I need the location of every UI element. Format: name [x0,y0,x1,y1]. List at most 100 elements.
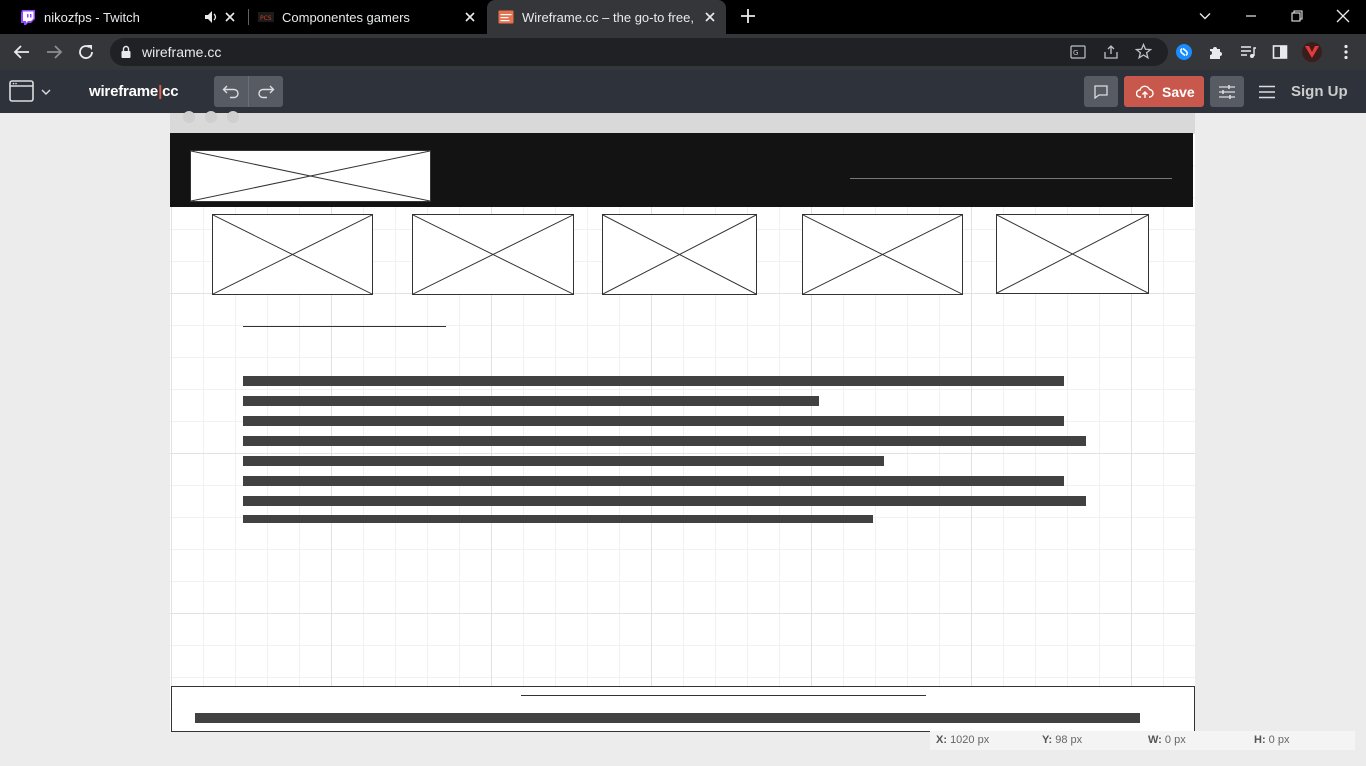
back-button[interactable] [8,38,36,66]
redo-button[interactable] [249,76,283,107]
close-tab-icon[interactable] [222,9,238,25]
h-value: 0 px [1268,734,1290,746]
close-window-button[interactable] [1320,0,1366,32]
tab-wireframe[interactable]: Wireframe.cc – the go-to free, on [487,0,726,34]
tab-twitch[interactable]: nikozfps - Twitch [20,0,244,34]
undo-button[interactable] [214,76,248,107]
save-label: Save [1162,83,1195,100]
text-line-placeholder[interactable] [243,416,1064,426]
translate-icon[interactable]: G [1070,44,1086,60]
arrow-left-icon [13,45,29,59]
frame-dot [183,111,195,123]
settings-button[interactable] [1210,76,1244,107]
arrow-right-icon [47,45,63,59]
side-panel-button[interactable] [1266,38,1294,66]
footer-text-placeholder[interactable] [195,713,1140,723]
text-line-placeholder[interactable] [243,396,819,406]
text-line-placeholder[interactable] [243,376,1064,386]
pcs-icon: PCS [258,12,274,22]
heading-line-placeholder[interactable] [243,326,446,327]
tab-title: Wireframe.cc – the go-to free, on [522,9,698,25]
avatar-icon [1302,42,1322,62]
reload-button[interactable] [72,38,100,66]
footer-box[interactable] [171,686,1195,732]
browser-menu-button[interactable] [1332,38,1360,66]
minimize-button[interactable] [1228,0,1274,32]
height-readout: H: 0 px [1254,734,1289,746]
image-placeholder-icon [413,215,573,294]
text-line-placeholder[interactable] [243,515,873,523]
restore-button[interactable] [1274,0,1320,32]
history-controls [214,76,283,107]
text-line-placeholder[interactable] [243,456,884,466]
frame-dot [205,111,217,123]
h-label: H: [1254,734,1266,746]
tab-separator [248,9,249,25]
svg-text:G: G [1073,49,1078,57]
browser-toolbar: wireframe.cc G [0,34,1366,70]
undo-icon [222,85,239,98]
logo-image-placeholder[interactable] [190,150,431,202]
extensions-button[interactable] [1202,38,1230,66]
image-placeholder-icon [997,215,1148,293]
text-line-placeholder[interactable] [243,496,1086,506]
sign-up-link[interactable]: Sign Up [1291,83,1348,100]
x-label: X: [936,734,947,746]
star-icon[interactable] [1135,43,1152,60]
image-placeholder[interactable] [602,214,757,295]
header-nav-line[interactable] [850,178,1172,179]
tab-search-button[interactable] [1182,0,1228,32]
shazam-icon [1176,44,1192,60]
footer-line[interactable] [521,695,926,696]
close-tab-icon[interactable] [462,9,478,25]
comments-button[interactable] [1084,76,1118,107]
plus-icon [741,9,755,23]
kebab-menu-icon [1344,44,1348,60]
minimize-icon [1246,15,1256,17]
app-logo[interactable]: wireframe|cc [89,83,179,100]
close-icon [1336,9,1350,23]
text-line-placeholder[interactable] [243,436,1086,446]
y-value: 98 px [1055,734,1083,746]
hamburger-icon [1259,85,1275,99]
share-icon[interactable] [1103,44,1119,60]
logo-text: wireframe [89,83,159,100]
main-menu-button[interactable] [1256,82,1278,102]
app-toolbar: wireframe|cc Save Sign Up [0,70,1366,113]
new-tab-button[interactable] [725,0,771,32]
width-readout: W: 0 px [1148,734,1186,746]
image-placeholder[interactable] [212,214,373,295]
speaker-icon[interactable] [204,9,218,25]
browser-tab-strip: nikozfps - Twitch PCS Componentes gamers… [0,0,1366,34]
lock-icon[interactable] [120,45,132,59]
comment-icon [1094,84,1108,99]
redo-icon [258,85,275,98]
tab-title: Componentes gamers [282,9,410,25]
save-button[interactable]: Save [1124,76,1204,107]
image-placeholder[interactable] [996,214,1149,294]
image-placeholder[interactable] [802,214,963,295]
profile-button[interactable] [1298,38,1326,66]
media-control-button[interactable] [1234,38,1262,66]
reload-icon [79,45,93,59]
x-value: 1020 px [950,734,990,746]
restore-icon [1291,10,1303,22]
shazam-extension-button[interactable] [1170,38,1198,66]
sliders-icon [1219,84,1235,99]
tab-componentes-gamers[interactable]: PCS Componentes gamers [258,0,484,34]
forward-button[interactable] [40,38,68,66]
close-tab-icon[interactable] [702,9,718,25]
address-bar[interactable]: wireframe.cc G [110,38,1168,66]
y-coordinate: Y: 98 px [1042,734,1082,746]
logo-suffix: cc [162,83,179,100]
coordinates-status-bar: X: 1020 px Y: 98 px W: 0 px H: 0 px [930,731,1355,750]
image-placeholder[interactable] [412,214,574,295]
template-selector-button[interactable] [9,79,57,105]
text-line-placeholder[interactable] [243,476,1064,486]
image-placeholder-icon [803,215,962,294]
y-label: Y: [1042,734,1053,746]
w-label: W: [1148,734,1162,746]
playlist-icon [1241,46,1256,58]
cloud-upload-icon [1136,85,1154,98]
side-panel-icon [1272,45,1288,59]
